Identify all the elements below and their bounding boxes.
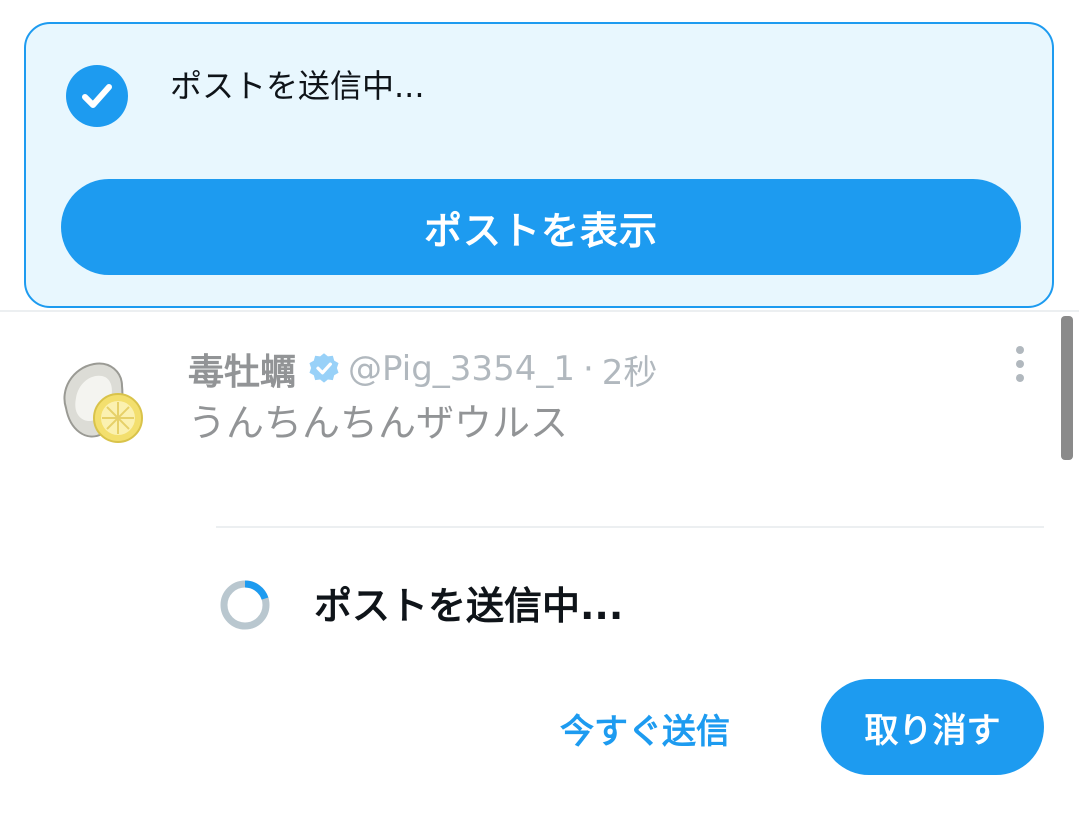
post-sending-screen: ポストを送信中... ポストを表示 毒牡蠣 @Pig_3354_1 · 2秒 う… — [0, 0, 1079, 820]
progress-spinner-icon — [218, 578, 272, 632]
tweet-text: うんちんちんザウルス — [188, 401, 569, 445]
divider — [0, 310, 1079, 312]
avatar[interactable] — [52, 350, 152, 450]
divider — [216, 526, 1044, 528]
verified-badge-icon — [306, 351, 342, 387]
check-circle-icon — [66, 65, 128, 127]
scrollbar-thumb[interactable] — [1061, 316, 1073, 460]
post-time[interactable]: 2秒 — [602, 345, 658, 394]
separator-dot: · — [582, 349, 594, 389]
undo-button[interactable]: 取り消す — [821, 679, 1044, 775]
view-post-button[interactable]: ポストを表示 — [61, 179, 1021, 275]
author-name[interactable]: 毒牡蠣 — [188, 343, 296, 395]
send-now-button[interactable]: 今すぐ送信 — [540, 690, 750, 766]
tweet-header: 毒牡蠣 @Pig_3354_1 · 2秒 — [188, 345, 657, 393]
more-vertical-icon[interactable] — [1008, 343, 1032, 387]
author-handle[interactable]: @Pig_3354_1 — [348, 349, 575, 389]
sending-status-text: ポストを送信中... — [314, 584, 624, 628]
toast-message: ポストを送信中... — [170, 67, 425, 105]
post-sending-toast: ポストを送信中... ポストを表示 — [24, 22, 1054, 308]
